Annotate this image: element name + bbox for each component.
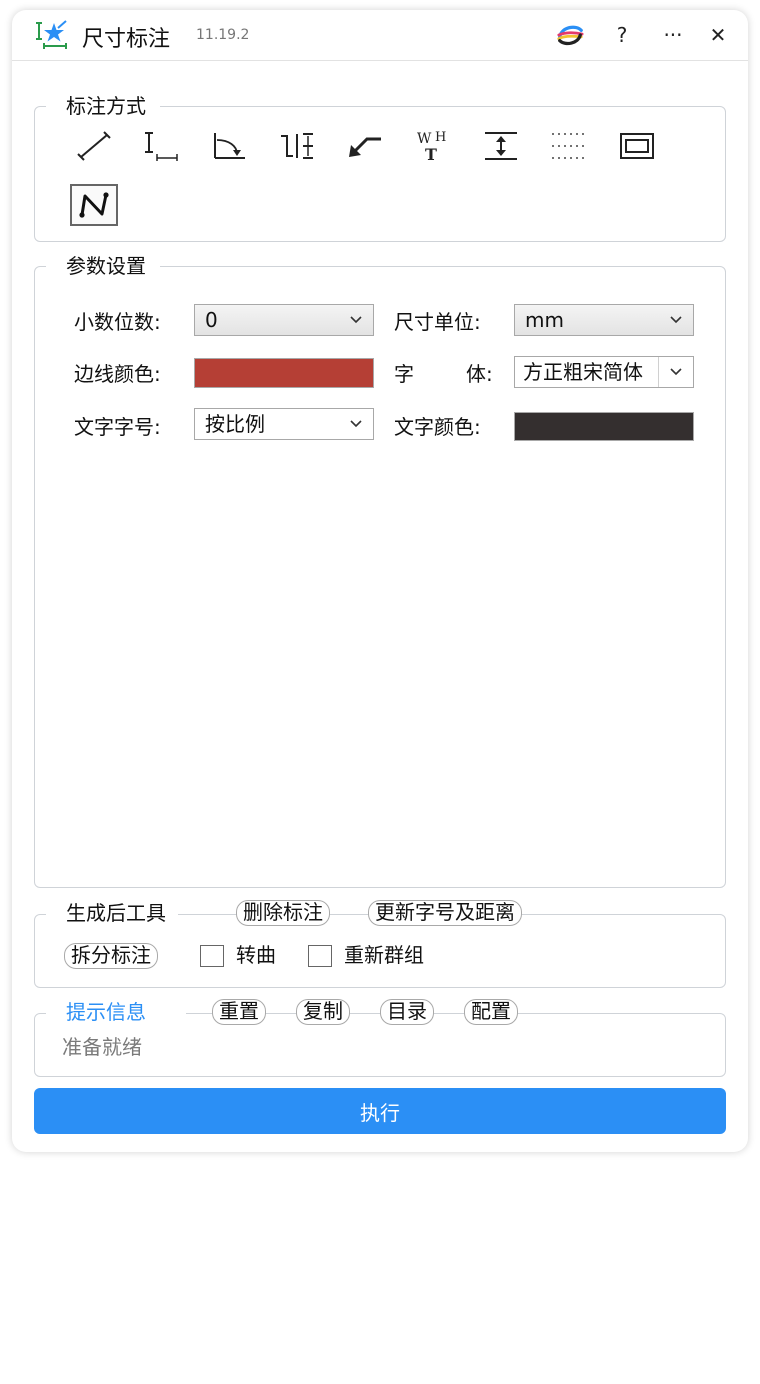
status-text: 准备就绪 [62,1035,142,1059]
aligned-dimension-tool[interactable] [71,126,117,166]
aligned-dimension-icon [77,131,111,161]
config-button[interactable]: 配置 [464,999,518,1025]
regroup-label: 重新群组 [344,943,424,967]
more-button[interactable]: ··· [659,22,687,48]
brand-swirl-icon [557,25,584,46]
polyline-dimension-icon [79,192,109,218]
chevron-down-icon [659,305,693,335]
frame-tool[interactable] [614,126,660,166]
unit-select[interactable]: mm [514,304,694,336]
chevron-down-icon [339,305,373,335]
font-value: 方正粗宋简体 [523,360,643,384]
brand-logo-button[interactable] [556,22,584,48]
regroup-checkbox[interactable] [308,945,332,967]
plugin-window: 尺寸标注 11.19.2 ? ··· ✕ 标注方式 W H T 参数设置 小数位… [12,10,748,1152]
vertical-spacing-tool[interactable] [274,126,320,166]
spacing-dimension-icon [485,132,517,160]
split-dimension-button[interactable]: 拆分标注 [64,943,158,969]
svg-text:T: T [425,145,437,163]
font-label-right: 体: [466,362,493,386]
copy-button[interactable]: 复制 [296,999,350,1025]
dim-mode-title: 标注方式 [46,94,160,118]
angular-dimension-tool[interactable] [206,126,252,166]
spacing-dimension-tool[interactable] [478,126,524,166]
unit-value: mm [525,308,564,332]
text-size-select[interactable]: 按比例 [194,408,374,440]
curve-label: 转曲 [236,943,276,967]
chevron-down-icon [658,357,693,387]
curve-checkbox[interactable] [200,945,224,967]
params-title: 参数设置 [46,254,160,278]
polyline-dimension-tool[interactable] [70,184,118,226]
font-select[interactable]: 方正粗宋简体 [514,356,694,388]
frame-icon [620,133,654,159]
unit-label: 尺寸单位: [394,310,481,334]
linear-dimension-tool[interactable] [138,126,184,166]
app-version: 11.19.2 [196,27,250,43]
vertical-spacing-icon [281,133,313,159]
text-color-swatch[interactable] [514,412,694,441]
border-color-label: 边线颜色: [74,362,161,386]
help-button[interactable]: ? [608,22,636,48]
chevron-down-icon [339,409,373,439]
linear-dimension-icon [145,132,178,161]
post-tools-title: 生成后工具 [46,901,178,925]
angular-dimension-icon [214,133,245,159]
dotted-grid-tool[interactable] [546,126,592,166]
close-button[interactable]: ✕ [704,22,732,48]
title-bar: 尺寸标注 11.19.2 ? ··· ✕ [12,10,748,61]
text-size-label: 文字字号: [74,415,161,439]
font-label-left: 字 [394,362,414,386]
app-logo-icon [36,20,67,49]
text-color-label: 文字颜色: [394,415,481,439]
decimal-label: 小数位数: [74,310,161,334]
leader-arrow-icon [349,137,381,157]
decimal-select[interactable]: 0 [194,304,374,336]
execute-button[interactable]: 执行 [34,1088,726,1134]
reset-button[interactable]: 重置 [212,999,266,1025]
decimal-value: 0 [205,308,218,332]
directory-button[interactable]: 目录 [380,999,434,1025]
svg-text:H: H [435,130,446,145]
dotted-grid-icon [552,133,586,159]
width-height-text-tool[interactable]: W H T [410,126,456,166]
delete-dimension-button[interactable]: 删除标注 [236,900,330,926]
leader-arrow-tool[interactable] [342,126,388,166]
update-size-distance-button[interactable]: 更新字号及距离 [368,900,522,926]
app-title: 尺寸标注 [82,27,171,52]
width-height-text-icon: W H T [417,130,446,163]
info-title: 提示信息 [46,1000,186,1024]
border-color-swatch[interactable] [194,358,374,388]
text-size-value: 按比例 [205,412,265,436]
